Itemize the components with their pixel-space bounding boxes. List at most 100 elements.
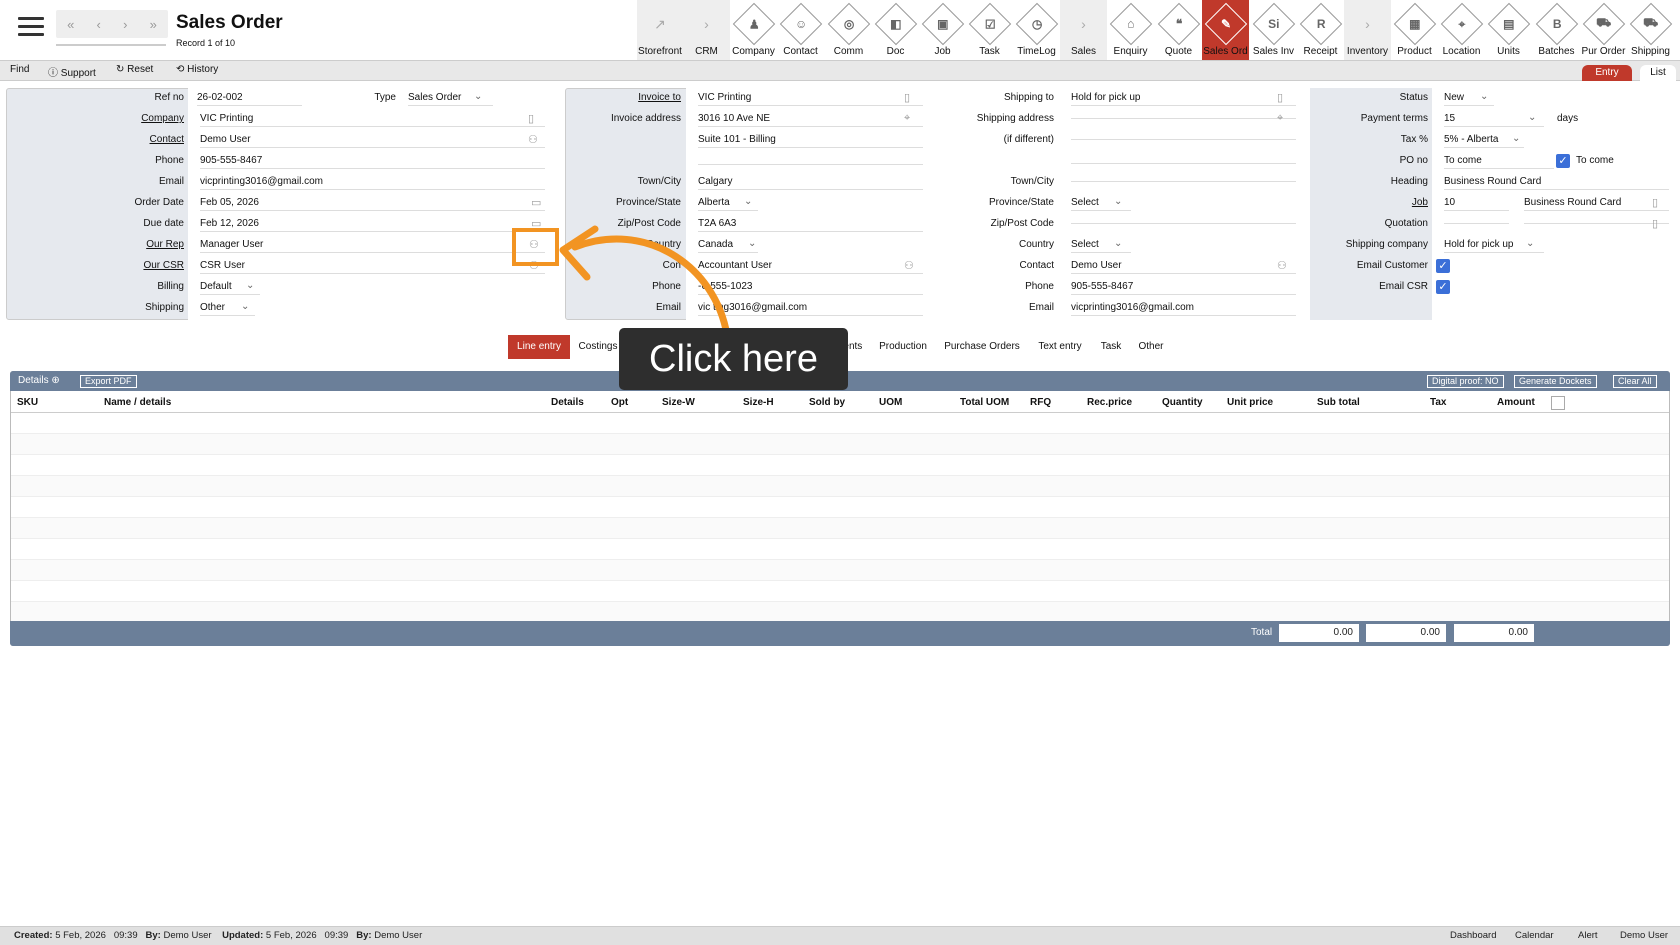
shipping-address-line1[interactable] xyxy=(1071,105,1296,119)
terms-dropdown-icon[interactable]: ⌄ xyxy=(1528,112,1536,123)
tab-entry[interactable]: Entry xyxy=(1582,65,1632,81)
invoice-province-dropdown-icon[interactable]: ⌄ xyxy=(744,196,752,207)
shipping-country-dropdown-icon[interactable]: ⌄ xyxy=(1114,238,1122,249)
type-dropdown-icon[interactable]: ⌄ xyxy=(474,91,482,102)
contact-field[interactable]: Demo User xyxy=(200,134,545,148)
toolbar-location-button[interactable]: ⌖ Location xyxy=(1438,0,1485,60)
tab-purchase-orders[interactable]: Purchase Orders xyxy=(942,335,1022,359)
toolbar-doc-button[interactable]: ◧ Doc xyxy=(872,0,919,60)
our-csr-field[interactable]: CSR User xyxy=(200,260,545,274)
company-label[interactable]: Company xyxy=(44,113,184,124)
billing-dropdown-icon[interactable]: ⌄ xyxy=(246,280,254,291)
job-lookup-icon[interactable]: ▯ xyxy=(1652,196,1658,209)
generate-dockets-button[interactable]: Generate Dockets xyxy=(1514,375,1597,388)
shipping-company-dropdown-icon[interactable]: ⌄ xyxy=(1526,238,1534,249)
invoice-to-label[interactable]: Invoice to xyxy=(541,92,681,103)
order-date-field[interactable]: Feb 05, 2026 xyxy=(200,197,545,211)
tax-dropdown-icon[interactable]: ⌄ xyxy=(1512,133,1520,144)
hamburger-menu-icon[interactable] xyxy=(18,17,44,37)
toolbar-comm-button[interactable]: ◎ Comm xyxy=(825,0,872,60)
shipping-town-field[interactable] xyxy=(1071,168,1296,182)
toolbar-sales-ord-button[interactable]: ✎ Sales Ord xyxy=(1202,0,1249,60)
quotation-lookup-icon[interactable]: ▯ xyxy=(1652,217,1658,230)
toolbar-shipping-button[interactable]: ⛟ Shipping xyxy=(1627,0,1674,60)
reset-button[interactable]: ↻ Reset xyxy=(116,64,153,75)
invoice-to-field[interactable]: VIC Printing xyxy=(698,92,923,106)
contact-label[interactable]: Contact xyxy=(44,134,184,145)
toolbar-job-button[interactable]: ▣ Job xyxy=(919,0,966,60)
status-dropdown-icon[interactable]: ⌄ xyxy=(1480,91,1488,102)
support-button[interactable]: ⓘ Support xyxy=(48,64,96,79)
export-pdf-button[interactable]: Export PDF xyxy=(80,375,137,388)
first-record-button[interactable]: « xyxy=(67,17,74,32)
invoice-address-line1[interactable]: 3016 10 Ave NE xyxy=(698,113,923,127)
toolbar-task-button[interactable]: ☑ Task xyxy=(966,0,1013,60)
shipping-map-icon[interactable]: ⌖ xyxy=(1277,112,1283,125)
toolbar-units-button[interactable]: ▤ Units xyxy=(1485,0,1532,60)
shipping-dropdown-icon[interactable]: ⌄ xyxy=(241,301,249,312)
job-field[interactable]: 10 xyxy=(1444,197,1509,211)
our-rep-label[interactable]: Our Rep xyxy=(44,239,184,250)
history-button[interactable]: ⟲ History xyxy=(176,64,218,75)
shipping-address-line2[interactable] xyxy=(1071,126,1296,140)
shipping-to-field[interactable]: Hold for pick up xyxy=(1071,92,1296,106)
po-field[interactable]: To come xyxy=(1444,155,1554,169)
tab-text-entry[interactable]: Text entry xyxy=(1032,335,1088,359)
toolbar-pur-order-button[interactable]: ⛟ Pur Order xyxy=(1580,0,1627,60)
select-all-checkbox[interactable] xyxy=(1551,396,1565,410)
toolbar-timelog-button[interactable]: ◷ TimeLog xyxy=(1013,0,1060,60)
toolbar-batches-button[interactable]: B Batches xyxy=(1533,0,1580,60)
email-field[interactable]: vicprinting3016@gmail.com xyxy=(200,176,545,190)
tab-production[interactable]: Production xyxy=(874,335,932,359)
job-label[interactable]: Job xyxy=(1288,197,1428,208)
details-toggle[interactable]: Details ⊕ xyxy=(18,375,60,386)
toolbar-enquiry-button[interactable]: ⌂ Enquiry xyxy=(1107,0,1154,60)
contact-person-icon[interactable]: ⚇ xyxy=(528,133,538,146)
clear-all-button[interactable]: Clear All xyxy=(1613,375,1657,388)
tab-list[interactable]: List xyxy=(1640,65,1676,81)
invoice-address-line2[interactable]: Suite 101 - Billing xyxy=(698,134,923,148)
footer-link-demo-user[interactable]: Demo User xyxy=(1620,930,1668,941)
company-field[interactable]: VIC Printing xyxy=(200,113,545,127)
quotation-field[interactable] xyxy=(1444,210,1509,224)
footer-link-dashboard[interactable]: Dashboard xyxy=(1450,930,1496,941)
shipping-email-field[interactable]: vicprinting3016@gmail.com xyxy=(1071,302,1296,316)
toolbar-storefront-button[interactable]: ↗ Storefront xyxy=(637,0,683,60)
shipping-address-line3[interactable] xyxy=(1071,150,1296,164)
due-date-field[interactable]: Feb 12, 2026 xyxy=(200,218,545,232)
toolbar-crm-button[interactable]: › CRM xyxy=(683,0,730,60)
order-date-calendar-icon[interactable]: ▭ xyxy=(531,196,541,209)
footer-link-calendar[interactable]: Calendar xyxy=(1515,930,1554,941)
last-record-button[interactable]: » xyxy=(150,17,157,32)
toolbar-receipt-button[interactable]: R Receipt xyxy=(1297,0,1344,60)
our-rep-field[interactable]: Manager User xyxy=(200,239,545,253)
invoice-contact-person-icon[interactable]: ⚇ xyxy=(904,259,914,272)
find-button[interactable]: Find xyxy=(10,64,29,75)
our-csr-label[interactable]: Our CSR xyxy=(44,260,184,271)
to-come-checkbox[interactable]: ✓ xyxy=(1556,154,1570,168)
invoice-country-dropdown-icon[interactable]: ⌄ xyxy=(748,238,756,249)
email-customer-checkbox[interactable]: ✓ xyxy=(1436,259,1450,273)
invoice-map-icon[interactable]: ⌖ xyxy=(904,112,910,125)
shipping-contact-person-icon[interactable]: ⚇ xyxy=(1277,259,1287,272)
toolbar-inventory-button[interactable]: › Inventory xyxy=(1344,0,1391,60)
shipping-phone-field[interactable]: 905-555-8467 xyxy=(1071,281,1296,295)
shipping-contact-field[interactable]: Demo User xyxy=(1071,260,1296,274)
digital-proof-button[interactable]: Digital proof: NO xyxy=(1427,375,1504,388)
invoice-address-line3[interactable] xyxy=(698,163,923,165)
shipping-lookup-icon[interactable]: ▯ xyxy=(1277,91,1283,104)
tab-other[interactable]: Other xyxy=(1134,335,1168,359)
invoice-town-field[interactable]: Calgary xyxy=(698,176,923,190)
toolbar-sales-inv-button[interactable]: Si Sales Inv xyxy=(1250,0,1297,60)
toolbar-company-button[interactable]: ♟ Company xyxy=(730,0,777,60)
next-record-button[interactable]: › xyxy=(123,17,127,32)
email-csr-checkbox[interactable]: ✓ xyxy=(1436,280,1450,294)
footer-link-alert[interactable]: Alert xyxy=(1578,930,1598,941)
invoice-lookup-icon[interactable]: ▯ xyxy=(904,91,910,104)
shipping-zip-field[interactable] xyxy=(1071,210,1296,224)
phone-field[interactable]: 905-555-8467 xyxy=(200,155,545,169)
company-lookup-icon[interactable]: ▯ xyxy=(528,112,534,125)
heading-field[interactable]: Business Round Card xyxy=(1444,176,1669,190)
shipping-province-dropdown-icon[interactable]: ⌄ xyxy=(1114,196,1122,207)
toolbar-quote-button[interactable]: ❝ Quote xyxy=(1155,0,1202,60)
